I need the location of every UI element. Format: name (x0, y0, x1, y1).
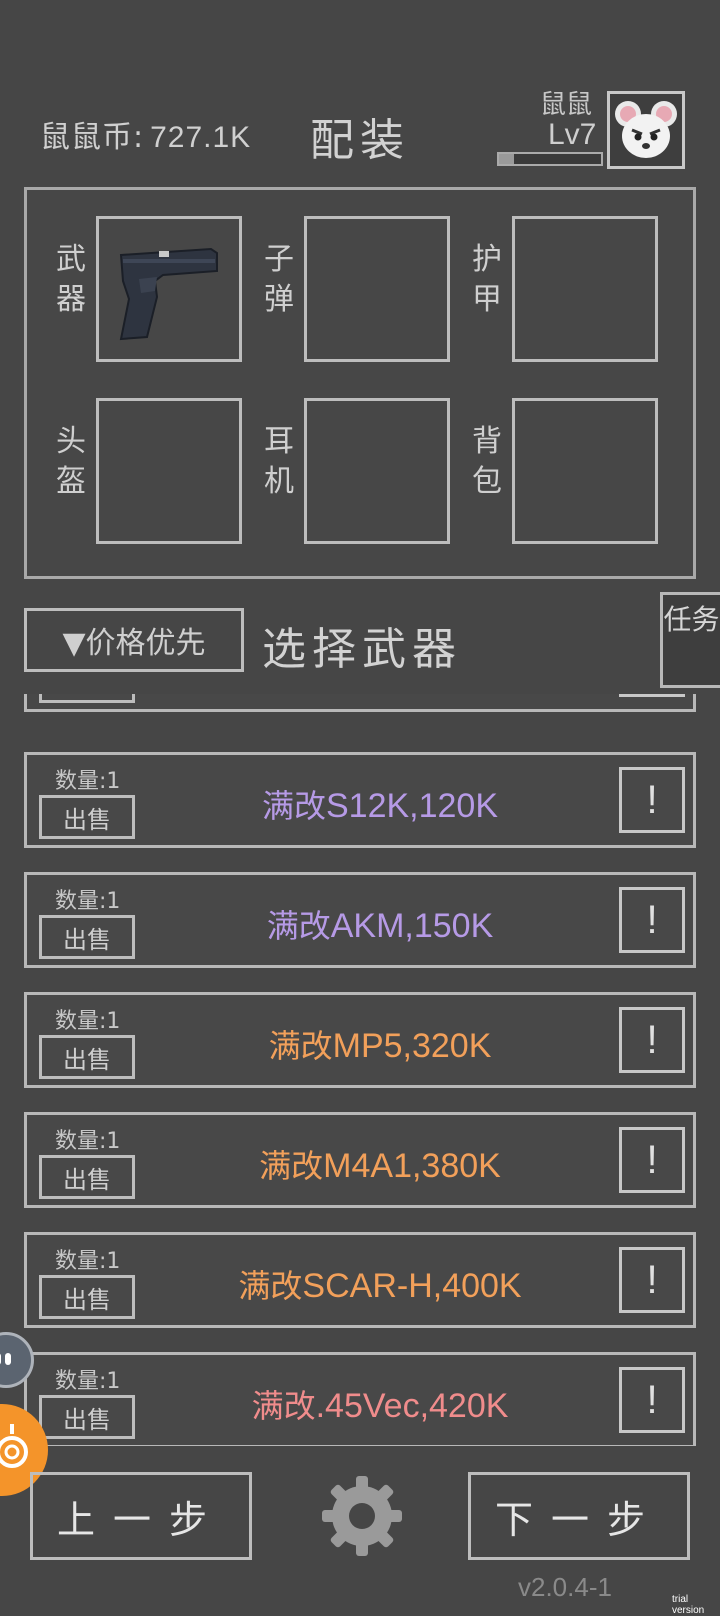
item-prefix: 满改 (251, 1387, 316, 1425)
xp-bar-fill (499, 154, 515, 164)
slot-helmet[interactable] (96, 398, 242, 544)
settings-gear-button[interactable] (316, 1470, 408, 1562)
list-item[interactable]: 数量:1 出售 满改AKM,150K! (24, 872, 696, 968)
list-item[interactable]: 数量:1 出售 满改.45Vec,420K! (24, 1352, 696, 1446)
item-quantity: 数量:1 (55, 889, 121, 914)
item-name: 满改S12K,120K (157, 781, 603, 827)
item-quantity: 数量:1 (55, 769, 121, 794)
sell-button[interactable]: 出售 (39, 1155, 135, 1199)
trial-watermark: trial version (672, 1594, 705, 1616)
list-item[interactable]: 数量:1 出售 满改SCAR-H,400K! (24, 1232, 696, 1328)
slot-headset[interactable] (304, 398, 450, 544)
sell-button[interactable]: 出售 (39, 1035, 135, 1079)
item-info-button[interactable]: ! (619, 1127, 685, 1193)
slot-label-armor: 护甲 (472, 242, 502, 317)
list-item-partial (24, 694, 696, 712)
gear-icon (322, 1476, 402, 1556)
item-prefix: 满改 (266, 907, 331, 945)
item-name: 满改SCAR-H,400K (157, 1261, 603, 1307)
task-button[interactable]: 任务 (660, 592, 720, 688)
player-avatar[interactable] (607, 91, 685, 169)
item-info-button[interactable]: ! (619, 767, 685, 833)
version-label: v2.0.4-1 (518, 1572, 612, 1602)
item-info-button[interactable]: ! (619, 1007, 685, 1073)
item-prefix: 满改 (238, 1267, 303, 1305)
slot-label-backpack: 背包 (472, 424, 502, 499)
equipment-panel: 武器 子弹 护甲 头盔 耳机 背包 (24, 187, 696, 579)
item-info-button[interactable]: ! (619, 887, 685, 953)
item-title: SCAR-H,400K (302, 1267, 522, 1305)
sell-button[interactable]: 出售 (39, 915, 135, 959)
slot-ammo[interactable] (304, 216, 450, 362)
coin-label: 鼠鼠币: (40, 120, 145, 155)
sell-button[interactable]: 出售 (39, 795, 135, 839)
item-quantity: 数量:1 (55, 1369, 121, 1394)
slot-weapon[interactable] (96, 216, 242, 362)
sell-button[interactable]: 出售 (39, 1275, 135, 1319)
list-item[interactable]: 数量:1 出售 满改MP5,320K! (24, 992, 696, 1088)
coin-value: 727.1K (150, 121, 252, 154)
list-item[interactable]: 数量:1 出售 满改M4A1,380K! (24, 1112, 696, 1208)
slot-label-weapon: 武器 (56, 242, 86, 317)
mouse-avatar-icon (615, 101, 677, 158)
item-prefix: 满改 (268, 1027, 333, 1065)
item-info-button[interactable]: ! (619, 1247, 685, 1313)
chat-icon (0, 1353, 11, 1365)
coin-balance: 鼠鼠币: 727.1K (40, 112, 251, 156)
item-title: S12K,120K (325, 787, 499, 825)
section-title: 选择武器 (262, 624, 462, 675)
item-quantity: 数量:1 (55, 1129, 121, 1154)
previous-step-button[interactable]: 上一步 (30, 1472, 252, 1560)
slot-label-ammo: 子弹 (264, 242, 294, 317)
slot-label-headset: 耳机 (264, 424, 294, 499)
item-name: 满改M4A1,380K (157, 1141, 603, 1187)
pistol-icon (119, 247, 218, 341)
item-quantity: 数量:1 (55, 1249, 121, 1274)
sort-dropdown[interactable]: ▼价格优先 (24, 608, 244, 672)
item-prefix: 满改 (261, 787, 326, 825)
item-name: 满改MP5,320K (157, 1021, 603, 1067)
sell-button[interactable]: 出售 (39, 1395, 135, 1439)
sell-button-partial (39, 694, 135, 703)
item-info-button[interactable]: ! (619, 1367, 685, 1433)
slot-label-helmet: 头盔 (56, 424, 86, 499)
item-title: .45Vec,420K (315, 1387, 509, 1425)
item-title: AKM,150K (330, 907, 494, 945)
slot-backpack[interactable] (512, 398, 658, 544)
chat-float-button[interactable] (0, 1332, 34, 1388)
item-name: 满改AKM,150K (157, 901, 603, 947)
xp-bar (497, 152, 603, 166)
item-name: 满改.45Vec,420K (157, 1381, 603, 1427)
info-button-partial (619, 694, 685, 697)
item-quantity: 数量:1 (55, 1009, 121, 1034)
item-prefix: 满改 (259, 1147, 324, 1185)
player-level: Lv7 (548, 118, 597, 151)
weapon-list[interactable]: 数量:1 出售 满改S12K,120K! 数量:1 出售 满改AKM,150K! 数量:1 出… (24, 694, 696, 1446)
item-title: MP5,320K (332, 1027, 492, 1065)
item-title: M4A1,380K (323, 1147, 501, 1185)
slot-armor[interactable] (512, 216, 658, 362)
list-item[interactable]: 数量:1 出售 满改S12K,120K! (24, 752, 696, 848)
next-step-button[interactable]: 下一步 (468, 1472, 690, 1560)
page-title: 配装 (310, 115, 410, 166)
player-name: 鼠鼠 (540, 90, 593, 120)
